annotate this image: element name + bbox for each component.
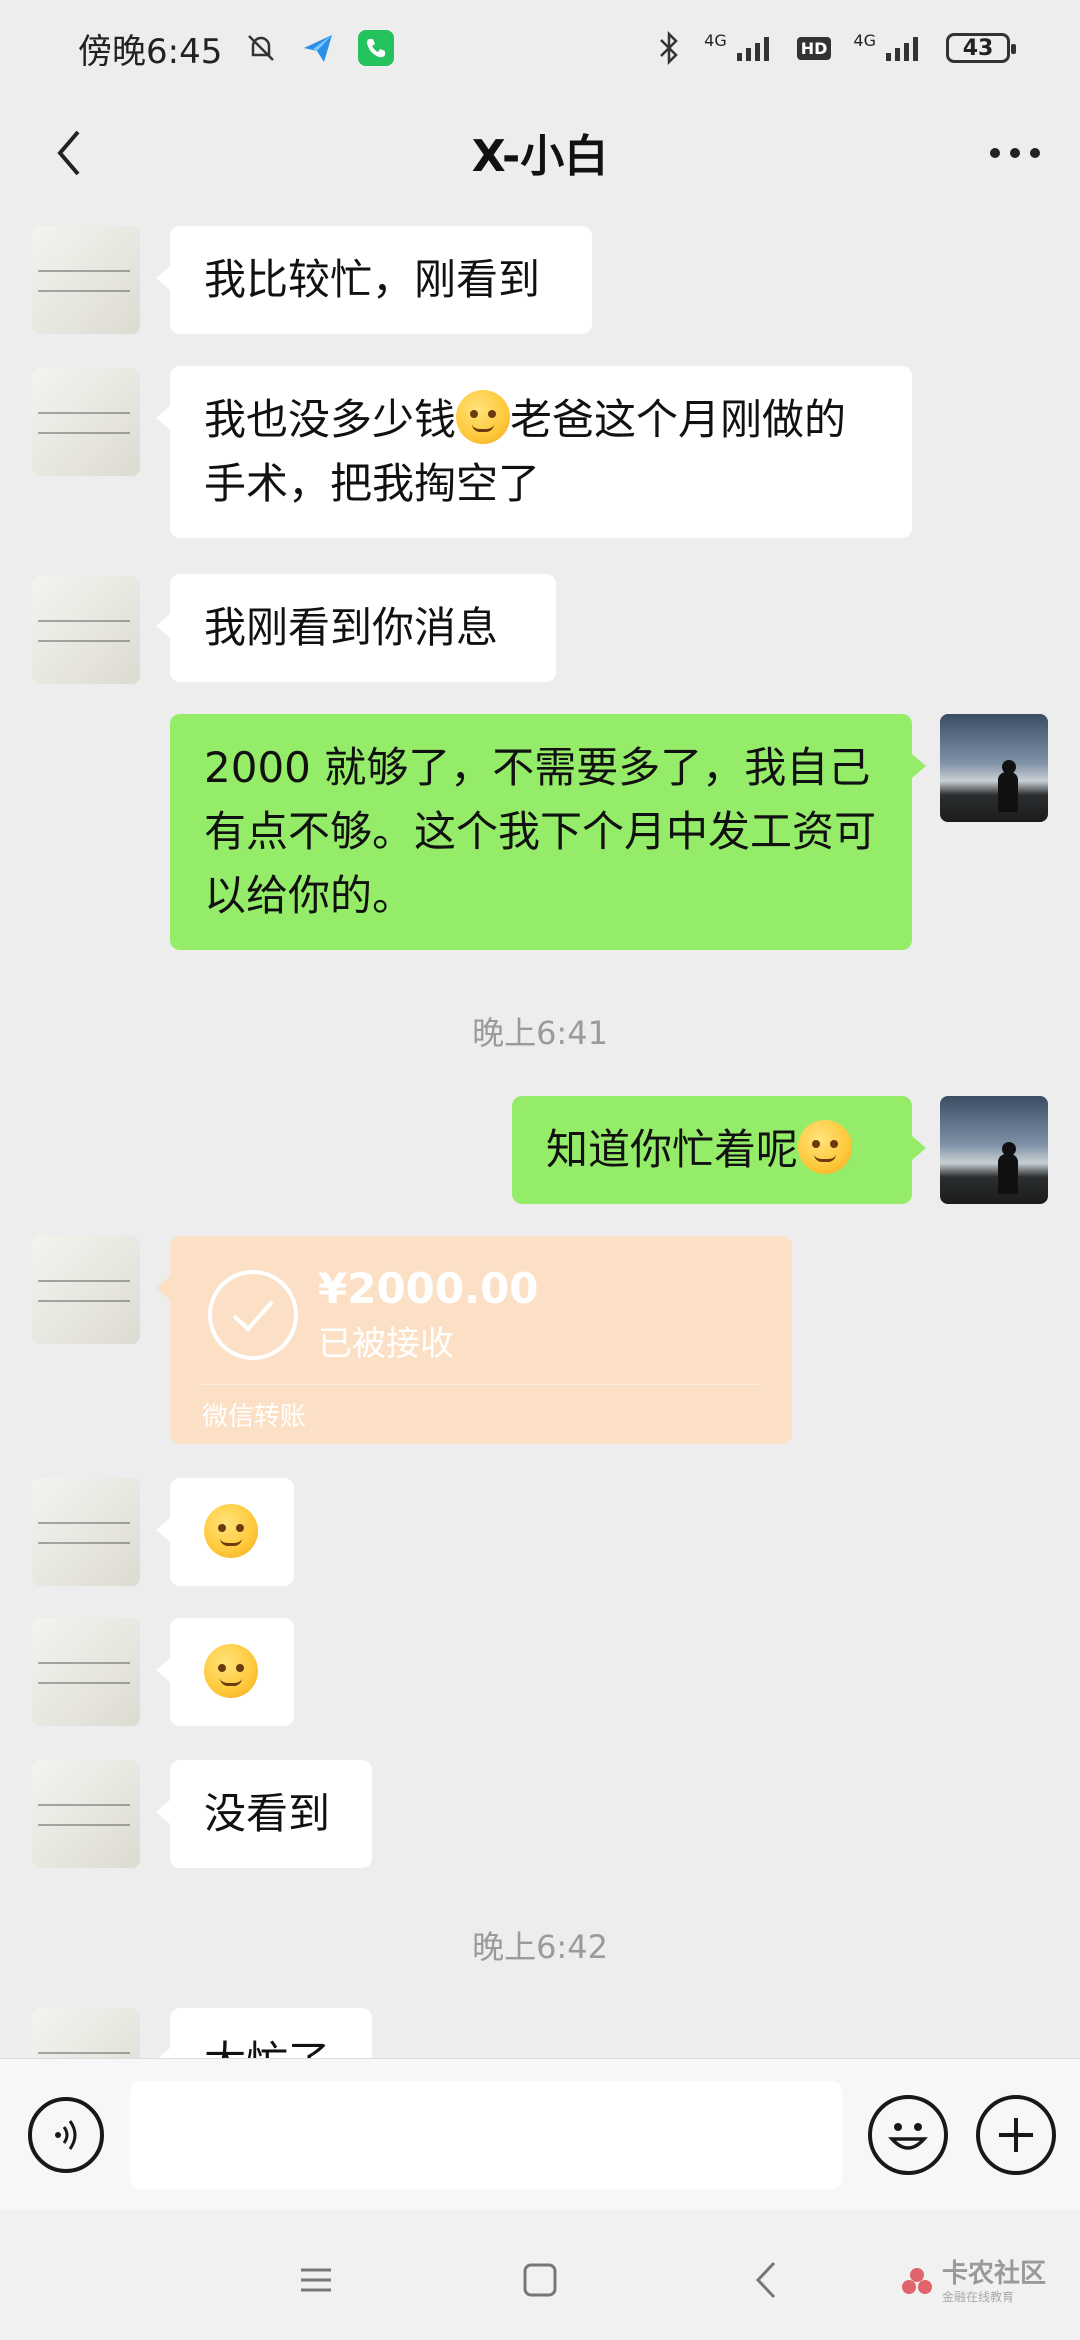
message-bubble-received[interactable]: 太忙了 bbox=[156, 2008, 372, 2058]
message-bubble-received[interactable]: 我比较忙，刚看到 bbox=[156, 226, 592, 334]
my-avatar[interactable] bbox=[940, 1096, 1048, 1204]
blushing-emoji-icon bbox=[204, 1644, 258, 1698]
bell-muted-icon bbox=[244, 31, 278, 65]
contact-avatar[interactable] bbox=[32, 1478, 140, 1586]
status-bar: 傍晚6:45 4G HD 4G 43 bbox=[0, 0, 1080, 96]
contact-avatar[interactable] bbox=[32, 226, 140, 334]
contact-avatar[interactable] bbox=[32, 1618, 140, 1726]
phone-app-icon bbox=[358, 30, 395, 66]
timestamp: 晚上6:41 bbox=[472, 1014, 608, 1052]
transfer-divider bbox=[200, 1384, 762, 1385]
message-bubble-received[interactable] bbox=[156, 1478, 294, 1586]
message-text: 太忙了 bbox=[204, 2037, 330, 2058]
message-text: 2000 就够了，不需要多了，我自己有点不够。这个我下个月中发工资可以给你的。 bbox=[204, 743, 877, 920]
timestamp: 晚上6:42 bbox=[472, 1928, 608, 1966]
message-bubble-sent[interactable]: 2000 就够了，不需要多了，我自己有点不够。这个我下个月中发工资可以给你的。 bbox=[170, 714, 926, 950]
message-text: 知道你忙着呢 bbox=[546, 1125, 799, 1174]
message-bubble-received[interactable]: 我也没多少钱 老爸这个月刚做的手术，把我掏空了 bbox=[156, 366, 912, 538]
voice-wave-icon bbox=[55, 2120, 77, 2150]
more-functions-button[interactable] bbox=[976, 2095, 1056, 2175]
message-bubble-received[interactable]: 我刚看到你消息 bbox=[156, 574, 556, 682]
chevron-left-icon bbox=[57, 130, 80, 176]
emoji-button[interactable] bbox=[868, 2095, 948, 2175]
home-nav-button[interactable] bbox=[510, 2250, 570, 2310]
paper-plane-app-icon bbox=[300, 30, 336, 66]
hd-badge: HD bbox=[796, 36, 832, 60]
message-bubble-received[interactable]: 没看到 bbox=[156, 1760, 372, 1868]
more-options-button[interactable] bbox=[980, 118, 1050, 188]
battery-level: 43 bbox=[962, 35, 994, 61]
watermark-subtext: 金融在线教育 bbox=[942, 2290, 1015, 2304]
voice-input-button[interactable] bbox=[28, 2097, 104, 2173]
back-nav-button[interactable] bbox=[736, 2250, 796, 2310]
chat-header: X-小白 bbox=[0, 96, 1080, 208]
message-bubble-received[interactable] bbox=[156, 1618, 294, 1726]
message-bubble-sent[interactable]: 知道你忙着呢 bbox=[512, 1096, 926, 1204]
sighing-emoji-icon bbox=[204, 1504, 258, 1558]
message-input-bar bbox=[0, 2058, 1080, 2210]
contact-avatar[interactable] bbox=[32, 576, 140, 684]
smiley-icon bbox=[888, 2123, 928, 2150]
crying-laughing-emoji-icon bbox=[456, 390, 511, 444]
back-arrow-icon bbox=[755, 2261, 776, 2299]
message-text: 我刚看到你消息 bbox=[204, 603, 499, 652]
system-nav-bar: 卡农社区 金融在线教育 bbox=[0, 2210, 1080, 2340]
transfer-card[interactable]: ¥2000.00 已被接收 微信转账 bbox=[156, 1236, 792, 1444]
contact-avatar[interactable] bbox=[32, 2008, 140, 2058]
page-title: X-小白 bbox=[471, 131, 609, 182]
chat-message-list[interactable]: 我比较忙，刚看到 我也没多少钱 老爸这个月刚做的手术，把我掏空了 我刚看到你消息 … bbox=[0, 208, 1080, 2058]
message-text-before-emoji: 我也没多少钱 bbox=[204, 395, 457, 444]
check-circle-icon bbox=[208, 1270, 298, 1360]
watermark-text: 卡农社区 bbox=[942, 2259, 1047, 2289]
contact-avatar[interactable] bbox=[32, 368, 140, 476]
message-text: 没看到 bbox=[204, 1789, 331, 1838]
back-button[interactable] bbox=[34, 118, 104, 188]
transfer-status: 已被接收 bbox=[318, 1324, 454, 1364]
bluetooth-icon bbox=[656, 31, 682, 65]
flower-logo-icon bbox=[902, 2267, 932, 2294]
network-type-1: 4G bbox=[704, 30, 727, 50]
battery-icon: 43 bbox=[946, 33, 1016, 63]
message-text: 我比较忙，刚看到 bbox=[204, 255, 541, 304]
my-avatar[interactable] bbox=[940, 714, 1048, 822]
contact-avatar[interactable] bbox=[32, 1760, 140, 1868]
menu-nav-button[interactable] bbox=[286, 2250, 346, 2310]
smiling-emoji-icon bbox=[798, 1120, 853, 1174]
status-time: 傍晚6:45 bbox=[78, 31, 223, 72]
network-type-2: 4G bbox=[853, 30, 876, 50]
transfer-amount: ¥2000.00 bbox=[318, 1264, 539, 1313]
watermark-logo: 卡农社区 金融在线教育 bbox=[900, 2260, 1046, 2305]
transfer-source-label: 微信转账 bbox=[202, 1402, 307, 1432]
signal-icon bbox=[735, 33, 775, 63]
menu-icon bbox=[301, 2268, 331, 2292]
home-square-icon bbox=[523, 2263, 557, 2297]
more-dots-icon bbox=[990, 148, 1040, 158]
plus-icon bbox=[999, 2118, 1033, 2152]
contact-avatar[interactable] bbox=[32, 1236, 140, 1344]
message-text-field[interactable] bbox=[130, 2081, 842, 2189]
signal-icon-2 bbox=[884, 33, 924, 63]
